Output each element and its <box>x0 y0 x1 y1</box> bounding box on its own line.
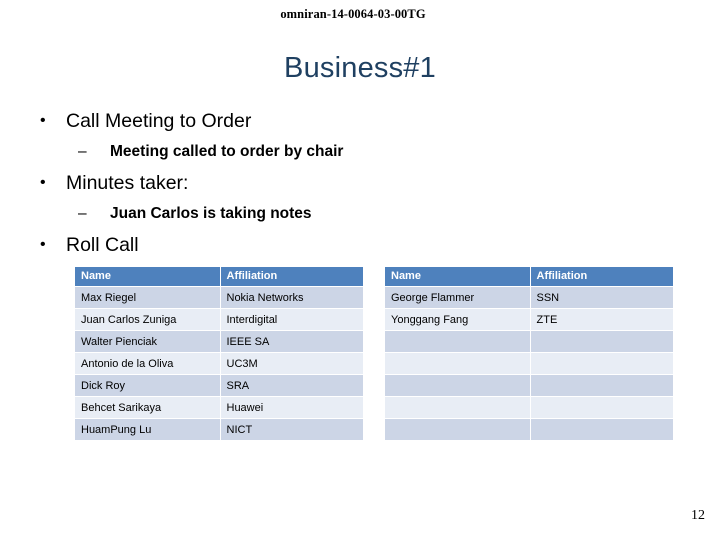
table-row: George Flammer SSN <box>385 287 673 308</box>
table-header-row: Name Affiliation <box>385 267 673 286</box>
cell-name <box>385 419 531 440</box>
cell-name: Walter Pienciak <box>75 331 221 352</box>
slide: omniran-14-0064-03-00TG Business#1 • Call… <box>0 0 720 540</box>
document-header-id: omniran-14-0064-03-00TG <box>280 7 426 21</box>
bullet-item-level-2: – Meeting called to order by chair <box>34 137 694 167</box>
cell-affiliation: IEEE SA <box>220 331 363 352</box>
cell-affiliation <box>530 375 673 396</box>
table-row <box>385 353 673 374</box>
cell-affiliation: Huawei <box>220 397 363 418</box>
column-header-name: Name <box>75 267 221 286</box>
column-header-name: Name <box>385 267 531 286</box>
attendance-table-right: Name Affiliation George Flammer SSN Yonggang… <box>385 266 673 441</box>
column-header-affiliation: Affiliation <box>530 267 673 286</box>
bullet-dot-icon: • <box>40 174 46 191</box>
cell-affiliation: SSN <box>530 287 673 308</box>
bullet-dot-icon: • <box>40 112 46 129</box>
table-row: Yonggang Fang ZTE <box>385 309 673 330</box>
bullet-label: Roll Call <box>66 234 139 256</box>
cell-affiliation: UC3M <box>220 353 363 374</box>
cell-affiliation: NICT <box>220 419 363 440</box>
table-row: Dick Roy SRA <box>75 375 363 396</box>
table-row <box>385 375 673 396</box>
table-row: Behcet Sarikaya Huawei <box>75 397 363 418</box>
bullet-dot-icon: • <box>40 236 46 253</box>
bullet-dash-icon: – <box>78 143 87 160</box>
cell-name <box>385 353 531 374</box>
cell-name: Yonggang Fang <box>385 309 531 330</box>
cell-affiliation: SRA <box>220 375 363 396</box>
cell-affiliation <box>530 331 673 352</box>
cell-affiliation <box>530 397 673 418</box>
bullet-label: Minutes taker: <box>66 172 189 194</box>
column-header-affiliation: Affiliation <box>220 267 363 286</box>
page-number: 12 <box>691 508 705 523</box>
cell-affiliation <box>530 419 673 440</box>
cell-name: George Flammer <box>385 287 531 308</box>
attendance-table-left: Name Affiliation Max Riegel Nokia Networks J… <box>75 266 363 441</box>
bullet-list: • Call Meeting to Order – Meeting called to… <box>34 106 694 261</box>
bullet-label: Call Meeting to Order <box>66 110 252 132</box>
bullet-label: Meeting called to order by chair <box>110 143 344 160</box>
cell-affiliation <box>530 353 673 374</box>
cell-name <box>385 331 531 352</box>
table-row <box>385 397 673 418</box>
cell-name: Dick Roy <box>75 375 221 396</box>
attendance-tables: Name Affiliation Max Riegel Nokia Networks J… <box>75 266 685 441</box>
cell-affiliation: Interdigital <box>220 309 363 330</box>
table-row: Antonio de la Oliva UC3M <box>75 353 363 374</box>
table-row: Juan Carlos Zuniga Interdigital <box>75 309 363 330</box>
bullet-item-level-1: • Roll Call <box>34 230 694 260</box>
table-header-row: Name Affiliation <box>75 267 363 286</box>
cell-affiliation: Nokia Networks <box>220 287 363 308</box>
table-row: Walter Pienciak IEEE SA <box>75 331 363 352</box>
cell-name: Antonio de la Oliva <box>75 353 221 374</box>
page-title: Business#1 <box>284 52 436 84</box>
cell-affiliation: ZTE <box>530 309 673 330</box>
table-row <box>385 331 673 352</box>
bullet-item-level-1: • Minutes taker: <box>34 168 694 198</box>
table-row: HuamPung Lu NICT <box>75 419 363 440</box>
bullet-label: Juan Carlos is taking notes <box>110 205 312 222</box>
cell-name: Max Riegel <box>75 287 221 308</box>
table-row <box>385 419 673 440</box>
bullet-item-level-1: • Call Meeting to Order <box>34 106 694 136</box>
cell-name <box>385 397 531 418</box>
bullet-dash-icon: – <box>78 205 87 222</box>
cell-name: Behcet Sarikaya <box>75 397 221 418</box>
table-row: Max Riegel Nokia Networks <box>75 287 363 308</box>
cell-name: HuamPung Lu <box>75 419 221 440</box>
cell-name: Juan Carlos Zuniga <box>75 309 221 330</box>
cell-name <box>385 375 531 396</box>
bullet-item-level-2: – Juan Carlos is taking notes <box>34 199 694 229</box>
